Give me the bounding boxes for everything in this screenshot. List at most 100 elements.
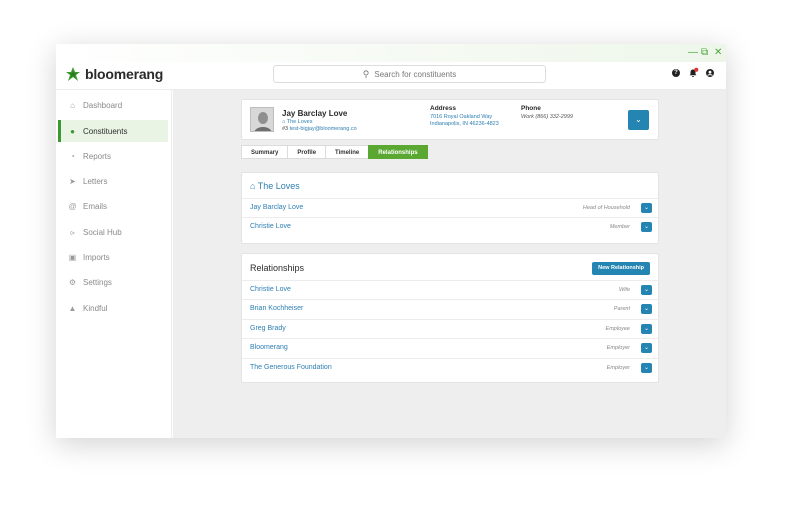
sidebar-item-reports[interactable]: ◔ Reports <box>58 145 168 167</box>
notifications-icon[interactable] <box>689 67 699 77</box>
phone-label: Phone <box>521 105 541 112</box>
chevron-down-icon: ⌄ <box>643 306 650 312</box>
phone-value: Work (866) 332-2999 <box>521 114 573 120</box>
import-icon: ▣ <box>68 252 77 262</box>
row-dropdown-button[interactable]: ⌄ <box>641 203 652 213</box>
relation-name[interactable]: The Generous Foundation <box>250 364 332 371</box>
send-icon: ➤ <box>69 176 76 186</box>
relation-role: Employee <box>605 326 630 332</box>
tab-summary[interactable]: Summary <box>241 145 289 159</box>
sidebar-item-label: Reports <box>83 151 112 161</box>
actions-dropdown-button[interactable]: ⌄ <box>628 110 649 130</box>
help-icon[interactable]: ? <box>672 69 680 77</box>
chevron-down-icon: ⌄ <box>643 287 650 293</box>
email-link[interactable]: test-bigjay@bloomerang.co <box>290 126 357 132</box>
row-dropdown-button[interactable]: ⌄ <box>641 343 652 353</box>
list-item: Jay Barclay Love Head of Household ⌄ <box>242 198 660 217</box>
list-item: Christie Love Wife ⌄ <box>242 280 660 299</box>
home-icon: ⌂ <box>70 100 75 110</box>
sidebar-item-label: Constituents <box>83 126 128 136</box>
main-content: Jay Barclay Love ⌂ The Loves #3 test-big… <box>173 90 726 438</box>
sidebar-item-settings[interactable]: ⚙ Settings <box>58 271 168 293</box>
sidebar-item-constituents[interactable]: ● Constituents <box>58 120 168 142</box>
new-relationship-button[interactable]: New Relationship <box>592 262 650 275</box>
bloomerang-logo-icon <box>66 67 80 81</box>
relation-name[interactable]: Christie Love <box>250 286 291 293</box>
chevron-down-icon: ⌄ <box>643 205 650 211</box>
search-icon: ⚲ <box>362 68 370 79</box>
relation-role: Parent <box>613 306 630 312</box>
list-item: The Generous Foundation Employer ⌄ <box>242 358 660 377</box>
relation-name[interactable]: Greg Brady <box>250 325 286 332</box>
avatar <box>250 107 274 132</box>
relationships-card: Relationships New Relationship Christie … <box>241 253 660 383</box>
address-line2: Indianapolis, IN 46236-4823 <box>430 121 499 127</box>
row-dropdown-button[interactable]: ⌄ <box>641 222 652 232</box>
close-icon[interactable]: ✕ <box>714 47 722 59</box>
address-label: Address <box>430 105 457 112</box>
at-icon: @ <box>68 201 77 211</box>
relation-name[interactable]: Bloomerang <box>250 344 288 351</box>
app-window: — ⧉ ✕ bloomerang ⚲ Search for constituen… <box>56 44 726 438</box>
users-icon: ● <box>70 126 75 136</box>
sidebar-item-label: Kindful <box>83 303 108 313</box>
logo[interactable]: bloomerang <box>65 66 163 82</box>
chevron-down-icon: ⌄ <box>635 115 642 124</box>
household-title-text: The Loves <box>257 181 300 191</box>
sidebar-item-emails[interactable]: @ Emails <box>58 195 168 217</box>
row-dropdown-button[interactable]: ⌄ <box>641 363 652 373</box>
list-item: Greg Brady Employee ⌄ <box>242 319 660 338</box>
tab-timeline[interactable]: Timeline <box>325 145 370 159</box>
window-titlebar: — ⧉ ✕ <box>56 44 726 62</box>
constituent-name: Jay Barclay Love <box>282 109 348 118</box>
home-icon: ⌂ <box>250 181 258 191</box>
chevron-down-icon: ⌄ <box>643 345 650 351</box>
member-name[interactable]: Christie Love <box>250 223 291 230</box>
chevron-down-icon: ⌄ <box>643 365 650 371</box>
chevron-down-icon: ⌄ <box>643 224 650 230</box>
row-dropdown-button[interactable]: ⌄ <box>641 285 652 295</box>
top-icons: ? <box>672 67 714 77</box>
share-icon: ⪧ <box>70 227 75 237</box>
restore-icon[interactable]: ⧉ <box>701 47 708 59</box>
list-item: Brian Kochheiser Parent ⌄ <box>242 299 660 318</box>
sidebar-item-imports[interactable]: ▣ Imports <box>58 246 168 268</box>
relation-name[interactable]: Brian Kochheiser <box>250 305 303 312</box>
constituent-header: Jay Barclay Love ⌂ The Loves #3 test-big… <box>241 99 659 140</box>
sidebar: ⌂ Dashboard ● Constituents ◔ Reports ➤ L… <box>56 90 172 438</box>
row-dropdown-button[interactable]: ⌄ <box>641 304 652 314</box>
member-role: Head of Household <box>582 205 630 211</box>
member-role: Member <box>609 224 630 230</box>
search-input[interactable]: ⚲ Search for constituents <box>273 65 546 83</box>
tab-relationships[interactable]: Relationships <box>368 145 428 159</box>
brand-name: bloomerang <box>85 66 164 82</box>
chevron-down-icon: ⌄ <box>643 326 650 332</box>
member-name[interactable]: Jay Barclay Love <box>250 204 303 211</box>
gear-icon: ⚙ <box>68 277 77 287</box>
household-title[interactable]: ⌂ The Loves <box>250 181 300 191</box>
constituent-id-email: #3 test-bigjay@bloomerang.co <box>282 126 357 132</box>
row-dropdown-button[interactable]: ⌄ <box>641 324 652 334</box>
pie-chart-icon: ◔ <box>70 151 75 161</box>
sidebar-item-dashboard[interactable]: ⌂ Dashboard <box>58 94 168 116</box>
account-icon[interactable] <box>706 69 714 77</box>
sidebar-item-social-hub[interactable]: ⪧ Social Hub <box>58 221 168 243</box>
constituent-id: #3 <box>282 126 289 132</box>
relationships-title: Relationships <box>250 263 305 273</box>
relation-role: Employer <box>606 345 630 351</box>
household-name: The Loves <box>286 119 313 125</box>
relation-role: Wife <box>619 287 630 293</box>
address-link[interactable]: 7016 Royal Oakland Way Indianapolis, IN … <box>430 114 499 128</box>
sidebar-item-label: Emails <box>83 201 108 211</box>
list-item: Christie Love Member ⌄ <box>242 217 660 236</box>
sidebar-item-letters[interactable]: ➤ Letters <box>58 170 168 192</box>
tab-profile[interactable]: Profile <box>287 145 327 159</box>
sidebar-item-kindful[interactable]: ▲ Kindful <box>58 297 168 319</box>
list-item: Bloomerang Employer ⌄ <box>242 338 660 357</box>
sidebar-item-label: Imports <box>83 252 110 262</box>
address-line1: 7016 Royal Oakland Way <box>430 114 493 120</box>
minimize-icon[interactable]: — <box>688 47 698 59</box>
household-link[interactable]: ⌂ The Loves <box>282 119 312 125</box>
relation-role: Employer <box>606 365 630 371</box>
top-bar: bloomerang ⚲ Search for constituents ? <box>56 62 726 90</box>
